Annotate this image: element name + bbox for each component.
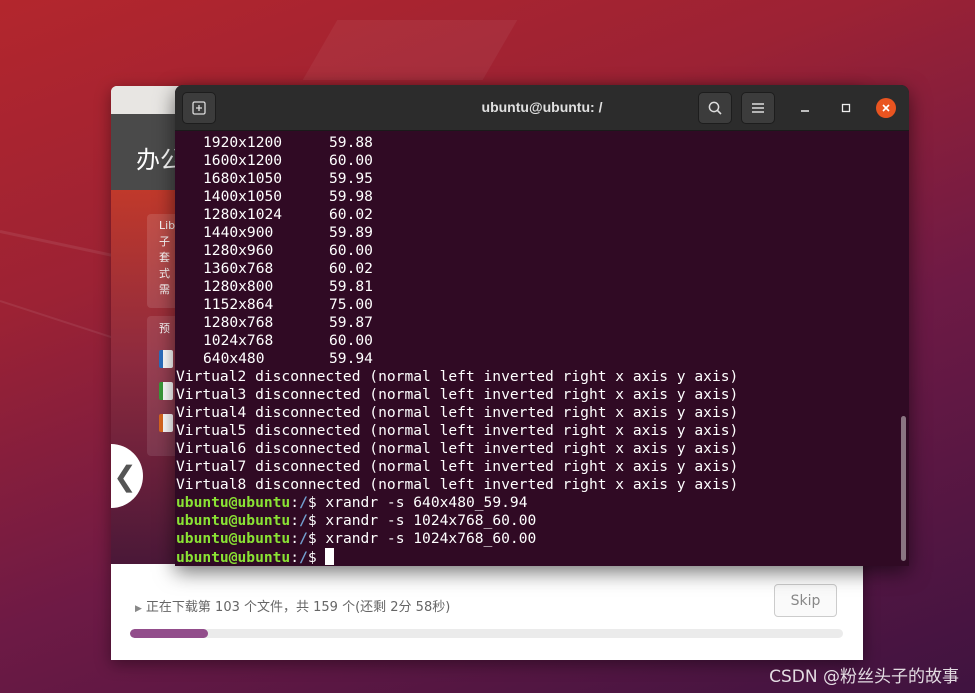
mode-refresh-rate: 60.00 [329,332,373,349]
prompt-path: / [299,549,308,566]
output-line: Virtual3 disconnected (normal left inver… [176,386,739,403]
prompt-user-host: ubuntu@ubuntu [176,494,291,511]
mode-refresh-rate: 59.94 [329,350,373,367]
mode-refresh-rate: 59.81 [329,278,373,295]
menu-button[interactable] [741,92,775,124]
prompt-symbol: $ [307,512,326,529]
close-button[interactable] [876,98,896,118]
prompt-line: ubuntu@ubuntu:/$ [176,548,899,566]
minimize-icon [801,110,809,112]
display-mode-line: 640x480 59.94 [176,350,899,368]
output-line: Virtual7 disconnected (normal left inver… [176,458,739,475]
output-line: Virtual4 disconnected (normal left inver… [176,404,739,421]
display-mode-line: 1280x768 59.87 [176,314,899,332]
prompt-symbol: $ [307,494,326,511]
display-mode-line: 1280x960 60.00 [176,242,899,260]
prompt-user-host: ubuntu@ubuntu [176,512,291,529]
display-mode-line: 1152x864 75.00 [176,296,899,314]
output-line: Virtual2 disconnected (normal left inver… [176,368,739,385]
output-line: Virtual6 disconnected (normal left inver… [176,440,739,457]
text-cursor [325,548,335,565]
prompt-separator: : [290,549,300,566]
command-text: xrandr -s 1024x768_60.00 [325,530,537,547]
terminal-headerbar[interactable]: ubuntu@ubuntu: / [175,85,909,131]
hamburger-menu-icon [752,103,764,113]
display-mode-line: 1600x1200 60.00 [176,152,899,170]
prompt-separator: : [290,512,300,529]
mode-refresh-rate: 60.02 [329,260,373,277]
mode-refresh-rate: 59.95 [329,170,373,187]
mode-refresh-rate: 59.89 [329,224,373,241]
command-text: xrandr -s 1024x768_60.00 [325,512,537,529]
prompt-symbol: $ [307,530,326,547]
prompt-separator: : [290,530,300,547]
scrollbar-thumb[interactable] [901,416,906,561]
prompt-separator: : [290,494,300,511]
download-progress-fill [130,629,209,638]
display-mode-line: 1360x768 60.02 [176,260,899,278]
mode-resolution: 1280x800 [203,278,274,295]
display-mode-line: 1280x1024 60.02 [176,206,899,224]
mode-resolution: 1680x1050 [203,170,283,187]
download-progress-bar [130,629,843,638]
maximize-icon [841,103,851,113]
display-mode-line: 1920x1200 59.88 [176,134,899,152]
terminal-window[interactable]: ubuntu@ubuntu: / 1920x1200 59.88 1600x12… [175,85,909,566]
mode-refresh-rate: 60.00 [329,152,373,169]
installer-footer: ▶ 正在下载第 103 个文件，共 159 个(还剩 2分 58秒) Skip [111,564,863,660]
prompt-user-host: ubuntu@ubuntu [176,549,291,566]
display-mode-line: 1280x800 59.81 [176,278,899,296]
mode-resolution: 1280x1024 [203,206,283,223]
prompt-path: / [299,494,308,511]
writer-document-icon [159,350,173,368]
search-icon [708,101,722,115]
prompt-line: ubuntu@ubuntu:/$ xrandr -s 640x480_59.94 [176,494,899,512]
close-icon [882,104,890,112]
expand-triangle-icon: ▶ [135,604,142,614]
mode-resolution: 640x480 [203,350,265,367]
skip-button[interactable]: Skip [774,584,837,617]
prompt-symbol: $ [307,549,326,566]
prompt-user-host: ubuntu@ubuntu [176,530,291,547]
prompt-line: ubuntu@ubuntu:/$ xrandr -s 1024x768_60.0… [176,512,899,530]
search-button[interactable] [698,92,732,124]
mode-resolution: 1280x768 [203,314,274,331]
mode-resolution: 1024x768 [203,332,274,349]
prompt-path: / [299,530,308,547]
maximize-button[interactable] [836,98,856,118]
mode-refresh-rate: 59.88 [329,134,373,151]
terminal-scrollbar[interactable] [899,131,907,566]
mode-refresh-rate: 75.00 [329,296,373,313]
prompt-path: / [299,512,308,529]
mode-resolution: 1152x864 [203,296,274,313]
mode-resolution: 1920x1200 [203,134,283,151]
terminal-output[interactable]: 1920x1200 59.88 1600x1200 60.00 1680x1050 59.… [175,131,899,566]
mode-resolution: 1440x900 [203,224,274,241]
command-text: xrandr -s 640x480_59.94 [325,494,528,511]
prompt-line: ubuntu@ubuntu:/$ xrandr -s 1024x768_60.0… [176,530,899,548]
mode-refresh-rate: 60.02 [329,206,373,223]
mode-refresh-rate: 60.00 [329,242,373,259]
mode-resolution: 1280x960 [203,242,274,259]
mode-refresh-rate: 59.98 [329,188,373,205]
mode-refresh-rate: 59.87 [329,314,373,331]
previous-slide-button[interactable]: ❮ [111,444,143,508]
output-line: Virtual8 disconnected (normal left inver… [176,476,739,493]
chevron-left-icon: ❮ [113,459,137,493]
display-mode-line: 1024x768 60.00 [176,332,899,350]
display-mode-line: 1440x900 59.89 [176,224,899,242]
minimize-button[interactable] [795,98,815,118]
mode-resolution: 1400x1050 [203,188,283,205]
download-status[interactable]: ▶ 正在下载第 103 个文件，共 159 个(还剩 2分 58秒) [135,596,450,615]
csdn-watermark: CSDN @粉丝头子的故事 [769,667,959,687]
display-mode-line: 1680x1050 59.95 [176,170,899,188]
display-mode-line: 1400x1050 59.98 [176,188,899,206]
download-status-text: 正在下载第 103 个文件，共 159 个(还剩 2分 58秒) [145,600,451,615]
wallpaper-shape [302,20,518,80]
mode-resolution: 1360x768 [203,260,274,277]
calc-spreadsheet-icon [159,382,173,400]
output-line: Virtual5 disconnected (normal left inver… [176,422,739,439]
mode-resolution: 1600x1200 [203,152,283,169]
impress-presentation-icon [159,414,173,432]
